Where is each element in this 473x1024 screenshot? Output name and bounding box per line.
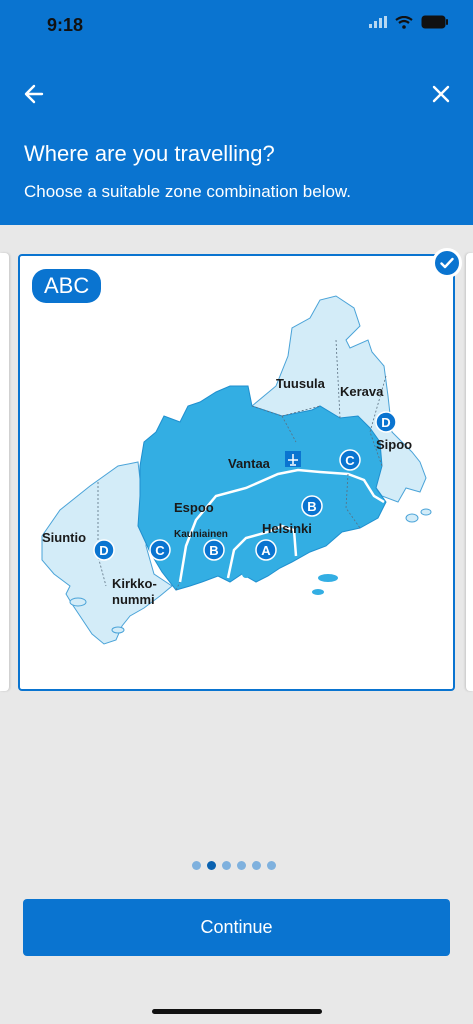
pagination-dot[interactable] xyxy=(252,861,261,870)
battery-icon xyxy=(421,15,448,29)
map-label-kauniainen: Kauniainen xyxy=(174,529,228,540)
zone-map: C D B D C B A Tuusula Kerava Sipoo Vanta… xyxy=(41,295,432,645)
map-label-kirkkonummi-1: Kirkko- xyxy=(112,576,157,591)
pagination-dot[interactable] xyxy=(237,861,246,870)
island xyxy=(405,513,419,523)
page-title: Where are you travelling? xyxy=(24,141,275,166)
next-zone-card[interactable] xyxy=(466,253,473,691)
close-button[interactable] xyxy=(427,80,455,108)
wifi-icon xyxy=(395,15,413,29)
previous-zone-card[interactable] xyxy=(0,253,9,691)
map-label-espoo: Espoo xyxy=(174,500,214,515)
map-label-vantaa: Vantaa xyxy=(228,456,271,471)
island xyxy=(242,570,250,578)
zone-badge: ABC xyxy=(32,269,102,303)
zone-marker-label: C xyxy=(345,453,355,468)
pagination-dot[interactable] xyxy=(192,861,201,870)
pagination-dot[interactable] xyxy=(267,861,276,870)
map-label-helsinki: Helsinki xyxy=(262,521,312,536)
zone-marker-label: D xyxy=(381,415,390,430)
zone-marker-label: B xyxy=(307,499,316,514)
arrow-left-icon xyxy=(24,84,44,104)
home-indicator xyxy=(152,1009,322,1014)
island xyxy=(420,508,432,516)
island xyxy=(111,626,125,634)
back-button[interactable] xyxy=(20,80,48,108)
zone-marker-label: A xyxy=(261,543,271,558)
map-label-kirkkonummi-2: nummi xyxy=(112,592,155,607)
pagination-dots xyxy=(192,861,276,870)
zone-marker-label: B xyxy=(209,543,218,558)
page-subtitle: Choose a suitable zone combination below… xyxy=(24,182,351,201)
status-icons xyxy=(369,15,449,29)
island xyxy=(318,574,338,582)
continue-button[interactable]: Continue xyxy=(23,899,450,956)
selected-check-badge xyxy=(432,248,462,278)
map-label-sipoo: Sipoo xyxy=(376,437,412,452)
signal-icon xyxy=(369,16,387,28)
close-icon xyxy=(432,85,450,103)
map-label-kerava: Kerava xyxy=(340,384,384,399)
map-label-siuntio: Siuntio xyxy=(42,530,86,545)
pagination-dot[interactable] xyxy=(222,861,231,870)
island xyxy=(69,597,87,607)
checkmark-icon xyxy=(440,257,454,269)
zone-marker-label: D xyxy=(99,543,108,558)
zone-card-abc[interactable]: C D B D C B A Tuusula Kerava Sipoo Vanta… xyxy=(18,254,455,691)
map-label-tuusula: Tuusula xyxy=(276,376,326,391)
pagination-dot-active[interactable] xyxy=(207,861,216,870)
header: 9:18 Where are you travelling? Choose a … xyxy=(0,0,473,225)
zone-marker-label: C xyxy=(155,543,165,558)
status-time: 9:18 xyxy=(47,15,84,35)
island xyxy=(312,589,324,595)
